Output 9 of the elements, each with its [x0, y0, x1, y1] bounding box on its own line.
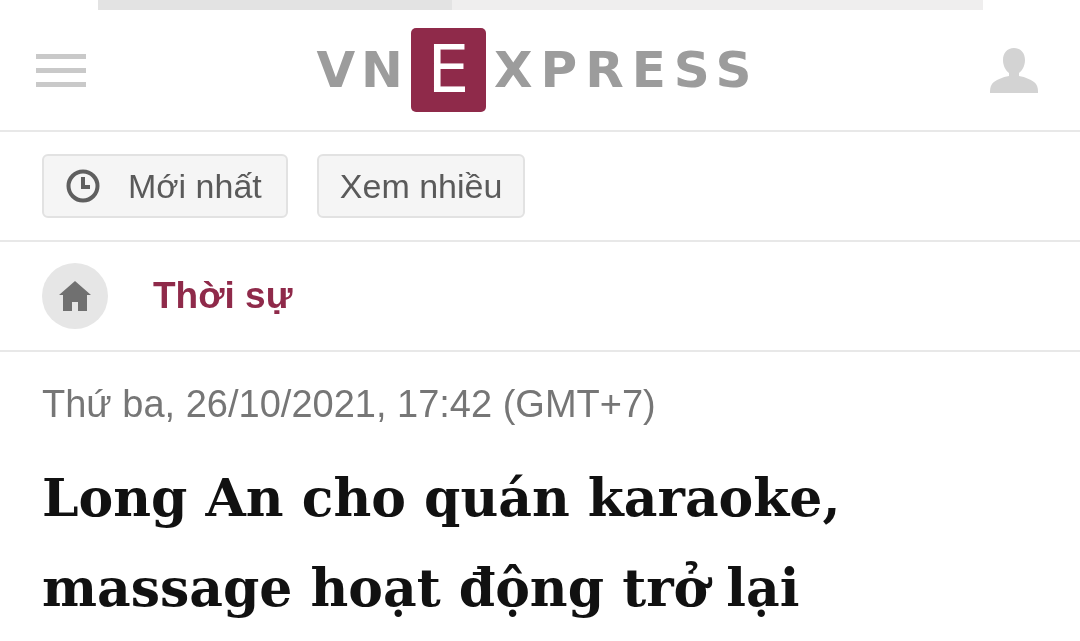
article-headline: Long An cho quán karaoke, massage hoạt động trở lại — [42, 466, 842, 620]
publish-date: Thứ ba, 26/10/2021, 17:42 (GMT+7) — [42, 382, 657, 426]
menu-icon[interactable] — [36, 53, 86, 87]
nav-tab[interactable]: Mới nhất — [42, 154, 288, 218]
clock-icon — [66, 169, 100, 203]
site-logo[interactable]: VN E XPRESS — [316, 28, 764, 112]
nav-tab[interactable]: Xem nhiều — [316, 154, 526, 218]
user-icon[interactable] — [990, 47, 1038, 93]
section-link[interactable]: Thời sự — [153, 268, 293, 324]
